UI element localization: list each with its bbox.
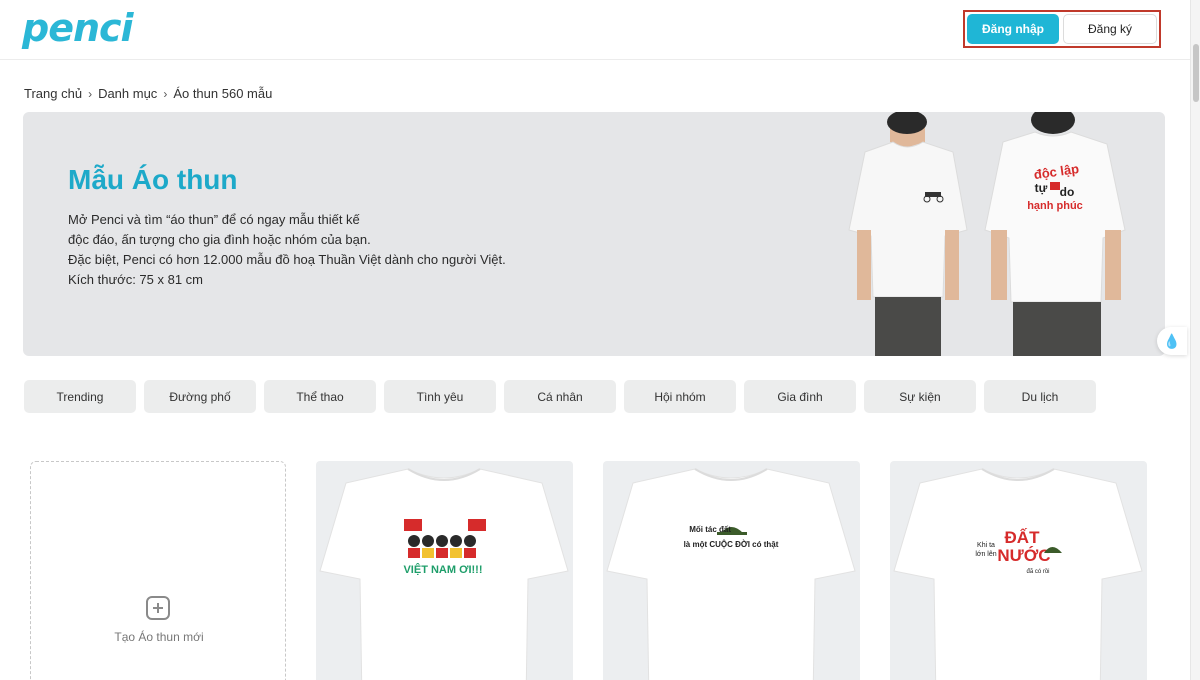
ai-assistant-icon[interactable]: 💧 [1157,327,1187,355]
category-banner: Mẫu Áo thun Mở Penci và tìm “áo thun” để… [23,112,1165,356]
penci-logo[interactable]: penci [22,6,134,50]
tshirt-image: Khi ta lớn lên ĐẤT NƯỚC đã có rồi [893,468,1143,680]
tshirt-image: VIỆT NAM ƠI!!! [319,468,569,680]
login-button[interactable]: Đăng nhập [967,14,1059,44]
banner-description: Mở Penci và tìm “áo thun” để có ngay mẫu… [68,210,506,290]
banner-desc-line: Kích thước: 75 x 81 cm [68,272,204,287]
chip-group[interactable]: Hội nhóm [624,380,736,413]
auth-buttons-group: Đăng nhập Đăng ký [963,10,1161,48]
banner-desc-line: độc đáo, ấn tượng cho gia đình hoặc nhóm… [68,232,371,247]
banner-desc-line: Mở Penci và tìm “áo thun” để có ngay mẫu… [68,212,360,227]
chip-family[interactable]: Gia đình [744,380,856,413]
scrollbar-thumb[interactable] [1193,44,1199,102]
product-card[interactable]: Khi ta lớn lên ĐẤT NƯỚC đã có rồi [890,461,1147,680]
print-text: lớn lên [975,551,996,558]
chip-event[interactable]: Sự kiện [864,380,976,413]
tshirt-models-image: độc lập tự do hạnh phúc [848,112,1126,356]
chevron-right-icon: › [88,86,93,101]
print-text: ĐẤT [1005,528,1041,547]
banner-title: Mẫu Áo thun [68,164,238,195]
page-scrollbar[interactable] [1190,0,1200,680]
product-card[interactable]: VIỆT NAM ƠI!!! [316,461,573,680]
create-tshirt-label: Tạo Áo thun mới [114,630,204,644]
add-icon [146,596,170,620]
create-tshirt-card[interactable]: Tạo Áo thun mới [30,461,286,680]
print-text: NƯỚC [997,546,1050,565]
breadcrumb: Trang chủ › Danh mục › Áo thun 560 mẫu [24,86,272,101]
tshirt-image: Mối tác đất là một CUỘC ĐỜI có thật [606,468,856,680]
chip-love[interactable]: Tình yêu [384,380,496,413]
register-button[interactable]: Đăng ký [1063,14,1157,44]
print-text: là một CUỘC ĐỜI có thật [684,540,779,549]
back-print-line: hạnh phúc [1027,200,1083,212]
print-text: Mối tác đất [689,525,731,534]
print-text: VIỆT NAM ƠI!!! [403,563,482,576]
category-filters: Trending Đường phố Thể thao Tình yêu Cá … [24,380,1096,413]
chip-travel[interactable]: Du lịch [984,380,1096,413]
chip-street[interactable]: Đường phố [144,380,256,413]
print-text: đã có rồi [1026,569,1049,575]
chip-trending[interactable]: Trending [24,380,136,413]
chip-sport[interactable]: Thể thao [264,380,376,413]
print-text: Khi ta [977,542,995,549]
breadcrumb-home[interactable]: Trang chủ [24,86,82,101]
chevron-right-icon: › [163,86,168,101]
banner-desc-line: Đặc biệt, Penci có hơn 12.000 mẫu đồ hoạ… [68,252,506,267]
chip-personal[interactable]: Cá nhân [504,380,616,413]
back-print-line: tự [1035,181,1048,195]
product-card[interactable]: Mối tác đất là một CUỘC ĐỜI có thật [603,461,860,680]
top-header: penci Đăng nhập Đăng ký [0,0,1190,60]
breadcrumb-category[interactable]: Danh mục [98,86,157,101]
back-print-line: do [1060,185,1075,199]
breadcrumb-current: Áo thun 560 mẫu [173,86,273,101]
